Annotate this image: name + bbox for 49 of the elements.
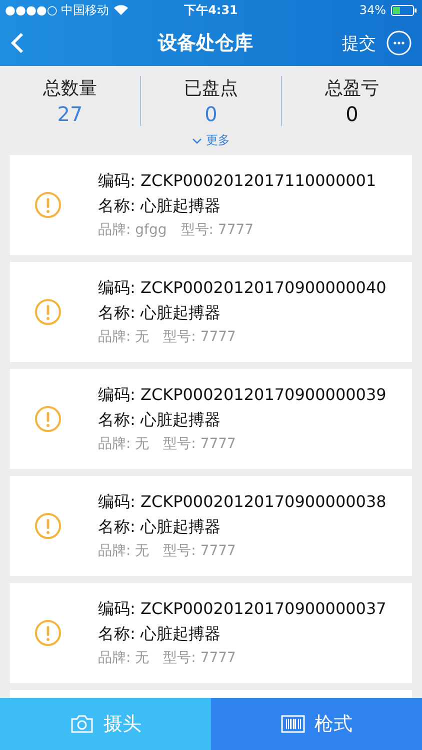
warning-icon [34,619,62,647]
battery-icon [390,4,417,16]
asset-model: 型号: 7777 [163,542,236,560]
asset-model: 型号: 7777 [163,328,236,346]
more-icon[interactable] [386,30,412,56]
asset-brand: 品牌: 无 [98,649,150,667]
stat-value: 27 [57,102,83,126]
asset-model: 型号: 7777 [163,435,236,453]
asset-name: 名称: 心脏起搏器 [98,410,222,431]
asset-card[interactable]: 编码: ZCKP00020120170900000037 名称: 心脏起搏器 品牌: 无 型号: 7777 [10,583,412,683]
asset-brand: 品牌: gfgg [98,221,167,239]
asset-name: 名称: 心脏起搏器 [98,196,222,217]
carrier-label: ●●●●○ 中国移动 [5,2,110,18]
back-icon[interactable] [10,32,24,54]
asset-name: 名称: 心脏起搏器 [98,624,222,645]
asset-brand: 品牌: 无 [98,542,150,560]
stat-label: 总数量 [43,77,97,100]
asset-brand: 品牌: 无 [98,328,150,346]
asset-name: 名称: 心脏起搏器 [98,517,222,538]
asset-code: 编码: ZCKP00020120170900000038 [98,492,386,513]
battery-percent: 34% [359,3,386,17]
asset-code: 编码: ZCKP0002012017110000001 [98,171,376,192]
stat-label: 已盘点 [184,77,238,100]
barcode-icon [280,714,304,734]
warning-icon [34,298,62,326]
asset-code: 编码: ZCKP00020120170900000037 [98,599,386,620]
asset-card[interactable]: 编码: ZCKP0002012017110000001 名称: 心脏起搏器 品牌: gfgg 型号: 7777 [10,155,412,255]
asset-code: 编码: ZCKP00020120170900000039 [98,385,386,406]
asset-brand: 品牌: 无 [98,435,150,453]
asset-card[interactable]: 编码: ZCKP00020120170900000040 名称: 心脏起搏器 品牌: 无 型号: 7777 [10,262,412,362]
wifi-icon [114,5,128,15]
page-title: 设备处仓库 [156,31,254,56]
asset-model: 型号: 7777 [163,649,236,667]
clock: 下午4:31 [184,2,238,18]
asset-model: 型号: 7777 [180,221,254,239]
stat-value: 0 [204,102,218,126]
asset-code: 编码: ZCKP00020120170900000040 [98,278,386,299]
submit-button[interactable]: 提交 [332,32,386,54]
stat-label: 总盈亏 [325,77,379,100]
warning-icon [34,512,62,540]
warning-icon [34,191,62,219]
asset-card[interactable]: 编码: ZCKP00020120170900000039 名称: 心脏起搏器 品牌: 无 型号: 7777 [10,369,412,469]
scan-button[interactable]: 枪式 [211,698,422,750]
chevron-icon [192,138,202,144]
asset-name: 名称: 心脏起搏器 [98,303,222,324]
stat-value: 0 [346,102,358,126]
camera-icon [70,714,94,734]
asset-card[interactable]: 编码: ZCKP00020120170900000038 名称: 心脏起搏器 品牌: 无 型号: 7777 [10,476,412,576]
warning-icon [34,405,62,433]
